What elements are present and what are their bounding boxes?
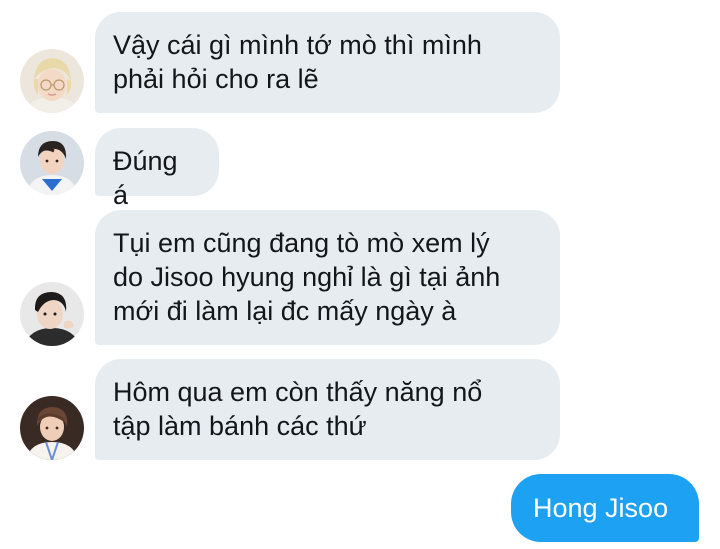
sender-avatar-4[interactable] <box>20 396 84 460</box>
sender-avatar-2[interactable] <box>20 131 84 195</box>
avatar-dark-hair-white-jacket-icon <box>20 131 84 195</box>
sender-avatar-3[interactable] <box>20 282 84 346</box>
message-bubble-2[interactable]: Đúng á <box>95 128 219 210</box>
chat-thread: Vậy cái gì mình tớ mò thì mình phải hỏi … <box>0 0 720 549</box>
message-bubble-3[interactable]: Tụi em cũng đang tò mò xem lý do Jisoo h… <box>95 210 560 345</box>
avatar-blonde-glasses-icon <box>20 49 84 113</box>
message-bubble-4[interactable]: Hôm qua em còn thấy năng nổ tập làm bánh… <box>95 359 560 460</box>
message-bubble-1[interactable]: Vậy cái gì mình tớ mò thì mình phải hỏi … <box>95 12 560 113</box>
sender-avatar-1[interactable] <box>20 49 84 113</box>
message-bubble-outgoing[interactable]: Hong Jisoo <box>511 474 699 542</box>
avatar-brown-hair-lanyard-icon <box>20 396 84 460</box>
avatar-dark-hair-portrait-icon <box>20 282 84 346</box>
